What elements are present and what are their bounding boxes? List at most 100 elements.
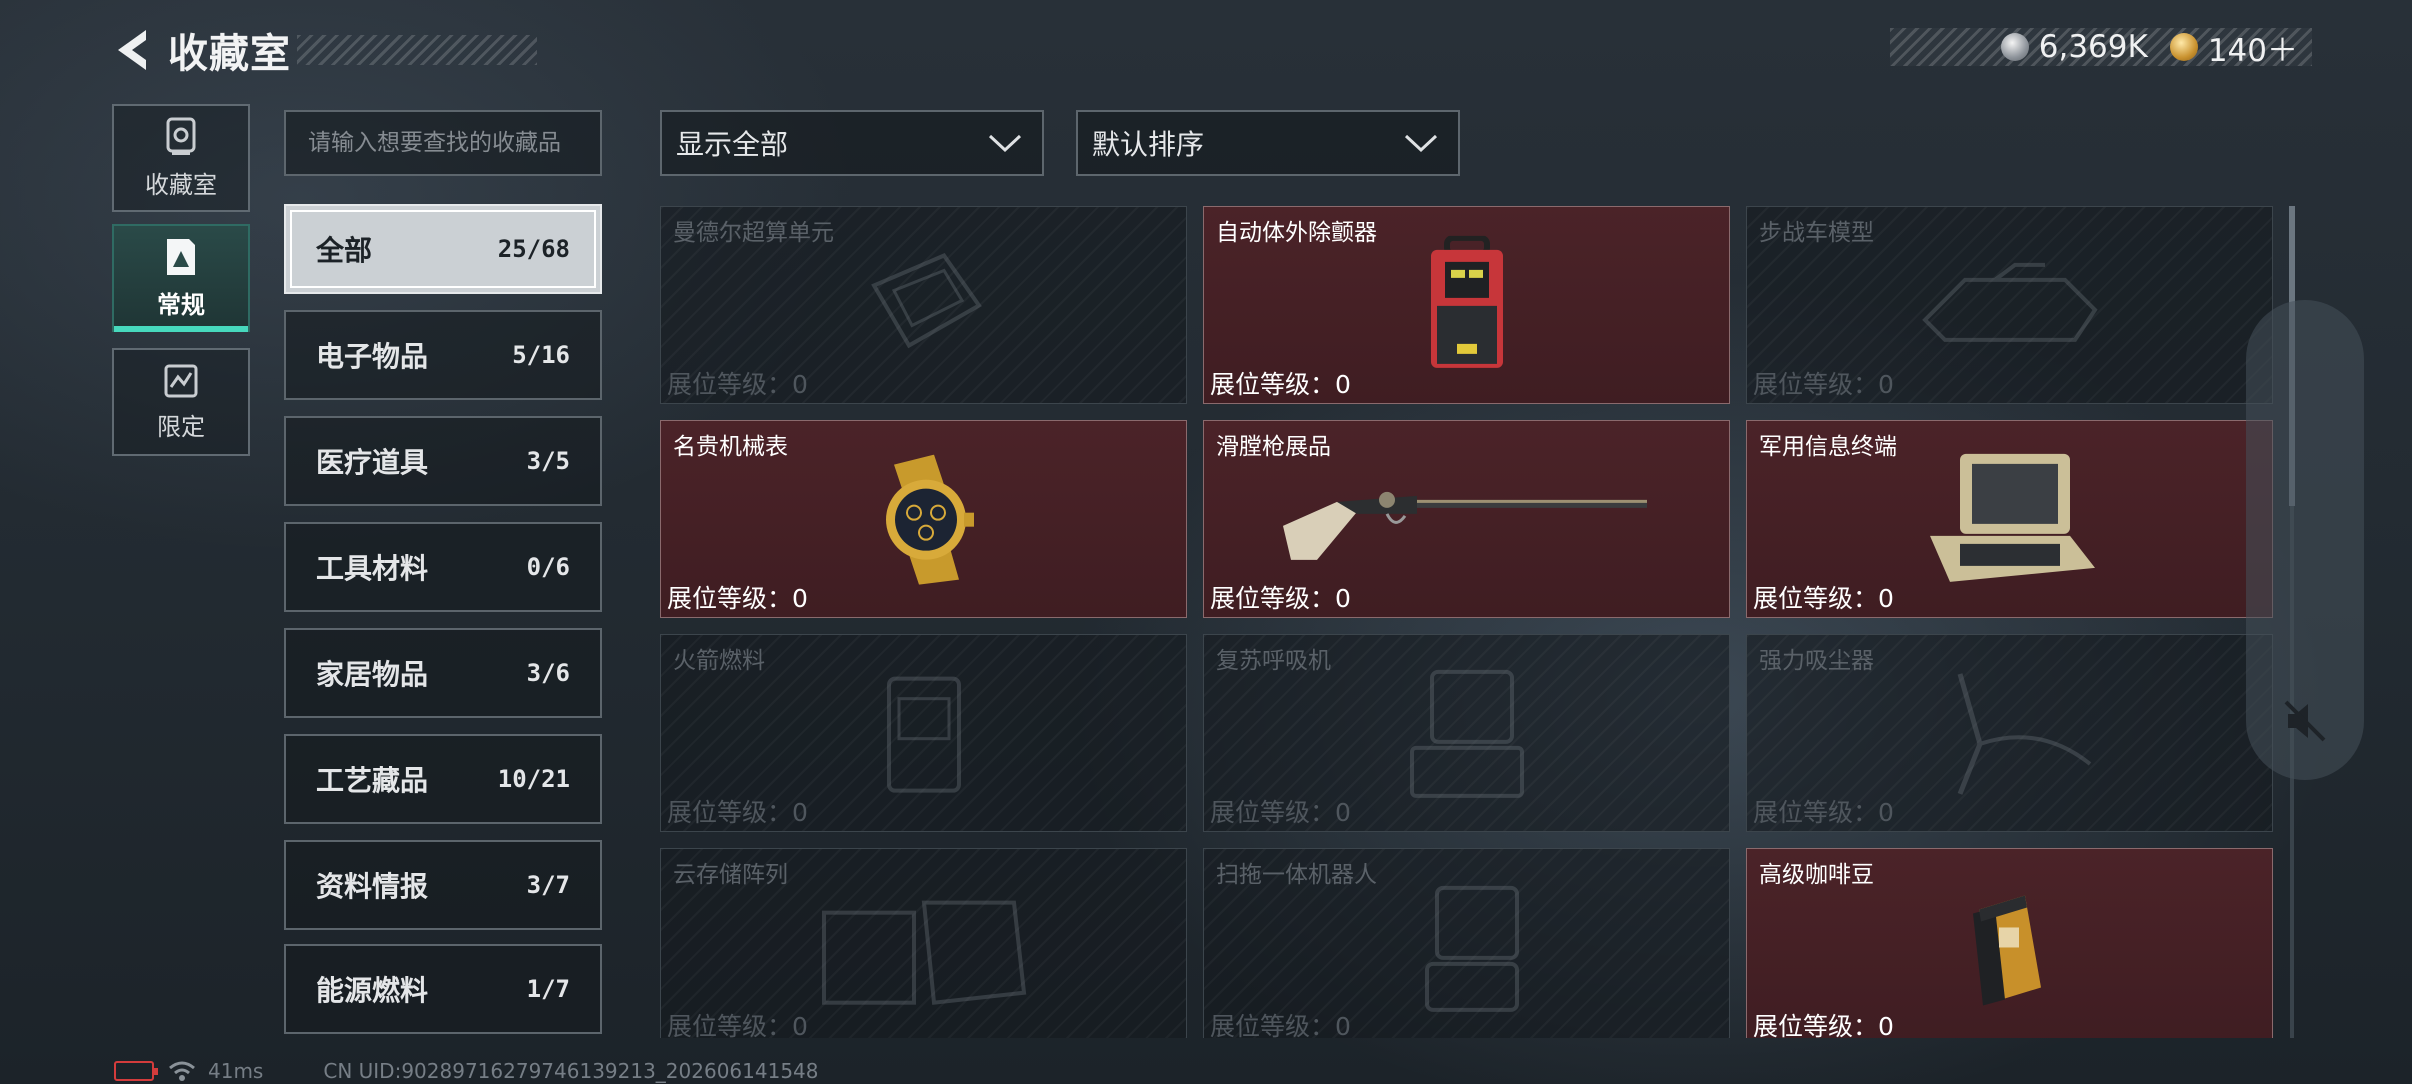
collection-card-supercomputer[interactable]: 曼德尔超算单元 展位等级：0 <box>660 206 1187 404</box>
silver-amount: 6,369K <box>2038 29 2148 65</box>
rail-tab-label: 限定 <box>157 412 205 441</box>
regular-card-icon <box>167 238 195 275</box>
storage-array-icon <box>814 883 1034 1017</box>
rail-tab-label: 常规 <box>157 290 205 319</box>
category-crafts[interactable]: 工艺藏品 10/21 <box>284 734 602 824</box>
gold-amount: 140＋ <box>2207 32 2298 69</box>
item-name: 步战车模型 <box>1759 220 1874 246</box>
showcase-icon <box>166 117 196 155</box>
rocket-fuel-icon <box>879 669 969 803</box>
category-tools[interactable]: 工具材料 0/6 <box>284 522 602 612</box>
category-count: 3/5 <box>526 447 570 475</box>
sort-value: 默认排序 <box>1092 128 1205 161</box>
collection-card-vacuum-cleaner[interactable]: 强力吸尘器 展位等级：0 <box>1746 634 2273 832</box>
category-count: 1/7 <box>526 975 570 1003</box>
rail-tab-regular[interactable]: 常规 <box>112 224 250 332</box>
item-name: 强力吸尘器 <box>1759 648 1874 674</box>
collection-card-robot-cleaner[interactable]: 扫拖一体机器人 展位等级：0 <box>1203 848 1730 1038</box>
display-filter-dropdown[interactable]: 显示全部 <box>660 110 1044 176</box>
header: 收藏室 <box>110 22 537 78</box>
item-level: 展位等级：0 <box>1210 1012 1351 1038</box>
collection-card-rocket-fuel[interactable]: 火箭燃料 展位等级：0 <box>660 634 1187 832</box>
page-title: 收藏室 <box>168 31 291 77</box>
supercomputer-unit-icon <box>854 245 994 369</box>
item-name: 高级咖啡豆 <box>1759 862 1874 888</box>
item-level: 展位等级：0 <box>1753 1012 1894 1038</box>
search-input[interactable] <box>284 110 602 176</box>
item-name: 云存储阵列 <box>673 862 788 888</box>
item-level: 展位等级：0 <box>1753 370 1894 399</box>
category-name: 全部 <box>316 234 373 267</box>
category-name: 工具材料 <box>316 552 429 585</box>
defibrillator-icon <box>1417 234 1517 380</box>
category-name: 工艺藏品 <box>316 764 429 797</box>
item-name: 火箭燃料 <box>673 648 765 674</box>
coffee-beans-icon <box>1965 887 2055 1011</box>
category-energy[interactable]: 能源燃料 1/7 <box>284 944 602 1034</box>
ping-text: 41ms <box>208 1059 264 1083</box>
category-name: 资料情报 <box>316 870 429 903</box>
back-arrow-icon <box>118 30 146 70</box>
category-household[interactable]: 家居物品 3/6 <box>284 628 602 718</box>
rail-tab-label: 收藏室 <box>145 170 217 199</box>
chevron-down-icon <box>988 134 1022 153</box>
back-button[interactable] <box>110 24 154 76</box>
collection-card-coffee-beans[interactable]: 高级咖啡豆 展位等级：0 <box>1746 848 2273 1038</box>
category-count: 5/16 <box>512 341 570 369</box>
category-count: 25/68 <box>497 235 570 263</box>
limited-card-icon <box>164 364 198 397</box>
category-count: 3/6 <box>526 659 570 687</box>
currency-silver[interactable]: 6,369K <box>2000 29 2148 65</box>
item-level: 展位等级：0 <box>1210 370 1351 399</box>
category-intel[interactable]: 资料情报 3/7 <box>284 840 602 930</box>
title-decoration <box>297 35 537 65</box>
battery-icon <box>114 1061 158 1081</box>
collection-card-luxury-watch[interactable]: 名贵机械表 展位等级：0 <box>660 420 1187 618</box>
currency-bar: 6,369K 140＋ <box>1890 28 2312 69</box>
collection-card-storage-array[interactable]: 云存储阵列 展位等级：0 <box>660 848 1187 1038</box>
robot-cleaner-icon <box>1397 878 1537 1022</box>
item-level: 展位等级：0 <box>667 798 808 827</box>
item-level: 展位等级：0 <box>667 584 808 613</box>
collection-card-military-terminal[interactable]: 军用信息终端 展位等级：0 <box>1746 420 2273 618</box>
musket-icon <box>1277 474 1657 568</box>
category-count: 3/7 <box>526 871 570 899</box>
vacuum-cleaner-icon <box>1920 664 2100 808</box>
sort-dropdown[interactable]: 默认排序 <box>1076 110 1460 176</box>
item-level: 展位等级：0 <box>667 1012 808 1038</box>
speaker-muted-icon <box>2284 700 2326 742</box>
item-level: 展位等级：0 <box>1210 798 1351 827</box>
category-count: 10/21 <box>497 765 570 793</box>
item-level: 展位等级：0 <box>1753 798 1894 827</box>
category-name: 能源燃料 <box>316 974 429 1007</box>
collection-card-defibrillator[interactable]: 自动体外除颤器 展位等级：0 <box>1203 206 1730 404</box>
category-name: 家居物品 <box>316 658 429 691</box>
silver-coin-icon <box>2000 33 2029 61</box>
uid-text: CN UID:902897162797461392​13_20260614154… <box>323 1059 819 1083</box>
rail-tab-limited[interactable]: 限定 <box>112 348 250 456</box>
category-medical[interactable]: 医疗道具 3/5 <box>284 416 602 506</box>
status-bar: 41ms CN UID:902897162797461392​13_202606… <box>114 1058 819 1084</box>
chevron-down-icon <box>1404 134 1438 153</box>
military-terminal-icon <box>1920 450 2100 594</box>
collection-card-musket[interactable]: 滑膛枪展品 展位等级：0 <box>1203 420 1730 618</box>
currency-gold[interactable]: 140＋ <box>2169 25 2298 70</box>
item-name: 滑膛枪展品 <box>1216 434 1331 460</box>
category-all[interactable]: 全部 25/68 <box>284 204 602 294</box>
item-name: 扫拖一体机器人 <box>1216 862 1377 888</box>
item-name: 曼德尔超算单元 <box>673 220 834 246</box>
collection-card-ventilator[interactable]: 复苏呼吸机 展位等级：0 <box>1203 634 1730 832</box>
active-indicator <box>114 326 248 332</box>
category-electronics[interactable]: 电子物品 5/16 <box>284 310 602 400</box>
item-name: 自动体外除颤器 <box>1216 220 1377 246</box>
item-level: 展位等级：0 <box>1210 584 1351 613</box>
collection-grid: 曼德尔超算单元 展位等级：0 自动体外除颤器 展位等级：0 步战车模型 展位等级… <box>660 206 2274 1038</box>
ifv-model-icon <box>1915 260 2105 354</box>
ventilator-icon <box>1402 664 1532 808</box>
rail-tab-showcase[interactable]: 收藏室 <box>112 104 250 212</box>
item-level: 展位等级：0 <box>667 370 808 399</box>
collection-card-ifv-model[interactable]: 步战车模型 展位等级：0 <box>1746 206 2273 404</box>
category-name: 医疗道具 <box>316 446 429 479</box>
mute-button[interactable] <box>2276 692 2334 750</box>
item-name: 复苏呼吸机 <box>1216 648 1331 674</box>
